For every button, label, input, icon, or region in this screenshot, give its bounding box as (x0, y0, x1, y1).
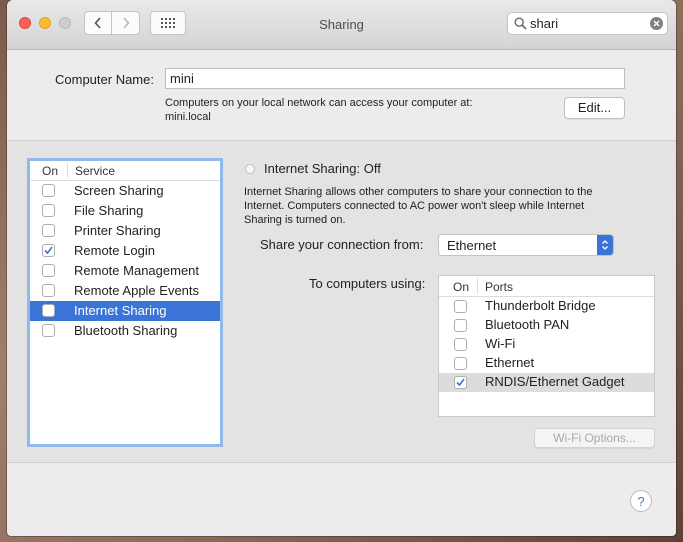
column-service-header[interactable]: Service (75, 164, 115, 178)
port-checkbox[interactable] (454, 338, 467, 351)
service-checkbox[interactable] (42, 284, 55, 297)
service-row-internet-sharing[interactable]: Internet Sharing (30, 301, 220, 321)
port-checkbox[interactable] (454, 300, 467, 313)
service-row-file-sharing[interactable]: File Sharing (30, 201, 220, 221)
service-checkbox[interactable] (42, 324, 55, 337)
service-row-printer-sharing[interactable]: Printer Sharing (30, 221, 220, 241)
computer-name-field[interactable]: mini (165, 68, 625, 89)
service-label: Remote Management (74, 263, 200, 278)
port-label: Wi-Fi (485, 336, 516, 351)
title-bar: Sharing shari (7, 0, 676, 50)
service-row-screen-sharing[interactable]: Screen Sharing (30, 181, 220, 201)
internet-sharing-description: Internet Sharing allows other computers … (244, 185, 644, 227)
column-on-header[interactable]: On (453, 280, 469, 294)
internet-sharing-status: Internet Sharing: Off (264, 161, 381, 176)
ports-header: On Ports (439, 276, 654, 297)
description-line: Sharing is turned on. (244, 214, 346, 226)
description-line: Internet Sharing allows other computers … (244, 186, 593, 198)
service-checkbox[interactable] (42, 304, 55, 317)
local-hostname: mini.local (165, 111, 211, 123)
share-from-select[interactable]: Ethernet (438, 234, 614, 256)
search-input[interactable]: shari (530, 16, 558, 31)
service-label: Remote Login (74, 243, 155, 258)
service-row-remote-login[interactable]: Remote Login (30, 241, 220, 261)
service-label: Internet Sharing (74, 303, 167, 318)
help-button[interactable]: ? (630, 490, 652, 512)
computer-name-section: Computer Name: mini Computers on your lo… (7, 50, 676, 141)
clear-search-icon[interactable] (650, 17, 663, 30)
service-label: Printer Sharing (74, 223, 161, 238)
port-row-thunderbolt-bridge[interactable]: Thunderbolt Bridge (439, 297, 654, 316)
share-from-label: Share your connection from: (260, 237, 424, 252)
service-checkbox[interactable] (42, 204, 55, 217)
service-row-bluetooth-sharing[interactable]: Bluetooth Sharing (30, 321, 220, 341)
sharing-settings-section: On Service Screen Sharing File Sharing P… (7, 141, 676, 463)
sharing-window: Sharing shari Computer Name: mini Comput… (7, 0, 676, 536)
computer-name-label: Computer Name: (55, 72, 154, 87)
column-ports-header[interactable]: Ports (485, 280, 513, 294)
to-computers-label: To computers using: (309, 276, 426, 291)
port-label: RNDIS/Ethernet Gadget (485, 374, 625, 389)
share-from-value: Ethernet (447, 238, 497, 253)
service-checkbox[interactable] (42, 264, 55, 277)
wifi-options-button[interactable]: Wi-Fi Options... (534, 428, 655, 448)
port-row-rndis-ethernet-gadget[interactable]: RNDIS/Ethernet Gadget (439, 373, 654, 392)
service-label: Screen Sharing (74, 183, 164, 198)
search-field[interactable]: shari (507, 12, 668, 35)
service-label: File Sharing (74, 203, 144, 218)
services-header: On Service (30, 161, 220, 181)
service-label: Remote Apple Events (74, 283, 200, 298)
port-checkbox[interactable] (454, 319, 467, 332)
port-checkbox[interactable] (454, 357, 467, 370)
port-row-bluetooth-pan[interactable]: Bluetooth PAN (439, 316, 654, 335)
checkmark-icon (44, 246, 53, 255)
service-checkbox[interactable] (42, 224, 55, 237)
column-on-header[interactable]: On (42, 164, 58, 178)
internet-sharing-status-indicator (245, 164, 255, 174)
question-mark-icon: ? (637, 493, 645, 509)
edit-button[interactable]: Edit... (564, 97, 625, 119)
service-checkbox[interactable] (42, 184, 55, 197)
port-row-wifi[interactable]: Wi-Fi (439, 335, 654, 354)
service-label: Bluetooth Sharing (74, 323, 178, 338)
port-row-ethernet[interactable]: Ethernet (439, 354, 654, 373)
service-row-remote-management[interactable]: Remote Management (30, 261, 220, 281)
updown-chevron-icon (597, 235, 613, 255)
port-label: Ethernet (485, 355, 535, 370)
port-checkbox[interactable] (454, 376, 467, 389)
search-icon (514, 17, 527, 30)
service-checkbox[interactable] (42, 244, 55, 257)
computer-name-desc-line: Computers on your local network can acce… (165, 97, 473, 109)
port-label: Thunderbolt Bridge (485, 298, 596, 313)
port-label: Bluetooth PAN (485, 317, 570, 332)
services-list[interactable]: On Service Screen Sharing File Sharing P… (27, 158, 223, 447)
computer-name-description: Computers on your local network can acce… (165, 96, 473, 124)
ports-list[interactable]: On Ports Thunderbolt Bridge Bluetooth PA… (438, 275, 655, 417)
service-row-remote-apple-events[interactable]: Remote Apple Events (30, 281, 220, 301)
checkmark-icon (456, 378, 465, 387)
description-line: Internet. Computers connected to AC powe… (244, 200, 585, 212)
